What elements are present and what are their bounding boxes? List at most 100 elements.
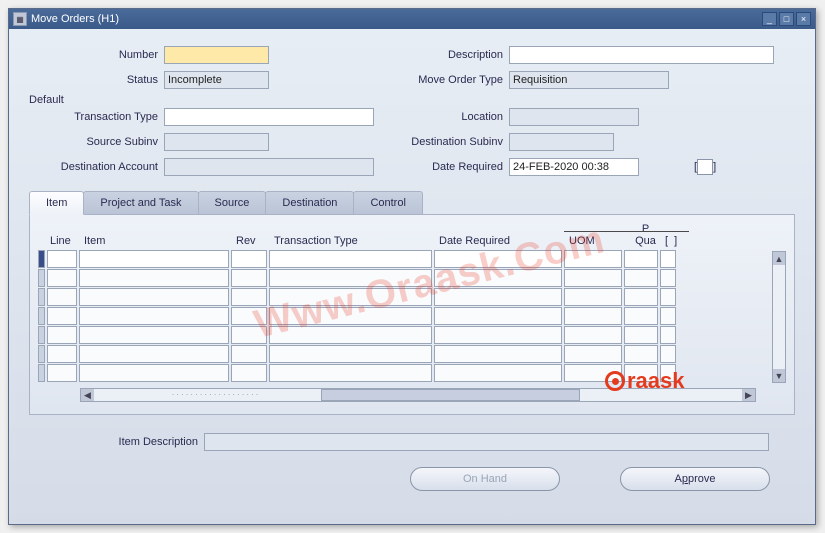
cell-line[interactable] <box>47 288 77 306</box>
scroll-down-icon[interactable]: ▼ <box>773 369 785 382</box>
cell-rev[interactable] <box>231 326 267 344</box>
cell-date-required[interactable] <box>434 288 562 306</box>
cell-rev[interactable] <box>231 345 267 363</box>
transaction-type-input[interactable] <box>164 108 374 126</box>
cell-date-required[interactable] <box>434 250 562 268</box>
row-handle[interactable] <box>38 364 45 382</box>
location-label: Location <box>399 111 509 123</box>
cell-pqua[interactable] <box>624 250 658 268</box>
flex-field-button[interactable] <box>697 159 713 175</box>
cell-line[interactable] <box>47 326 77 344</box>
cell-flex[interactable] <box>660 345 676 363</box>
cell-transaction-type[interactable] <box>269 307 432 325</box>
cell-uom[interactable] <box>564 364 622 382</box>
grid-row[interactable] <box>38 325 786 344</box>
cell-uom[interactable] <box>564 288 622 306</box>
cell-uom[interactable] <box>564 326 622 344</box>
cell-transaction-type[interactable] <box>269 364 432 382</box>
dest-account-input[interactable] <box>164 158 374 176</box>
cell-date-required[interactable] <box>434 307 562 325</box>
date-required-label: Date Required <box>399 161 509 173</box>
scroll-left-icon[interactable]: ◀ <box>81 389 94 401</box>
tab-control[interactable]: Control <box>353 191 422 214</box>
row-handle[interactable] <box>38 288 45 306</box>
cell-flex[interactable] <box>660 364 676 382</box>
row-handle[interactable] <box>38 269 45 287</box>
grid-vertical-scrollbar[interactable]: ▲ ▼ <box>772 251 786 383</box>
grid-row[interactable] <box>38 287 786 306</box>
cell-flex[interactable] <box>660 307 676 325</box>
cell-item[interactable] <box>79 345 229 363</box>
col-rev: Rev <box>233 225 271 249</box>
cell-item[interactable] <box>79 326 229 344</box>
grid-row[interactable] <box>38 363 786 382</box>
tab-item[interactable]: Item <box>29 191 84 215</box>
cell-flex[interactable] <box>660 250 676 268</box>
cell-transaction-type[interactable] <box>269 326 432 344</box>
location-input[interactable] <box>509 108 639 126</box>
cell-uom[interactable] <box>564 345 622 363</box>
scroll-up-icon[interactable]: ▲ <box>773 252 785 265</box>
tab-project-and-task[interactable]: Project and Task <box>83 191 198 214</box>
minimize-button[interactable]: _ <box>762 12 777 26</box>
cell-item[interactable] <box>79 269 229 287</box>
cell-pqua[interactable] <box>624 269 658 287</box>
cell-rev[interactable] <box>231 269 267 287</box>
cell-rev[interactable] <box>231 307 267 325</box>
tab-source[interactable]: Source <box>198 191 267 214</box>
grid-row[interactable] <box>38 344 786 363</box>
cell-uom[interactable] <box>564 307 622 325</box>
cell-line[interactable] <box>47 345 77 363</box>
cell-transaction-type[interactable] <box>269 345 432 363</box>
cell-rev[interactable] <box>231 250 267 268</box>
cell-date-required[interactable] <box>434 326 562 344</box>
cell-pqua[interactable] <box>624 345 658 363</box>
cell-transaction-type[interactable] <box>269 288 432 306</box>
grid-row[interactable] <box>38 268 786 287</box>
cell-flex[interactable] <box>660 269 676 287</box>
cell-date-required[interactable] <box>434 345 562 363</box>
cell-rev[interactable] <box>231 364 267 382</box>
scroll-thumb[interactable] <box>321 389 580 401</box>
window-title: Move Orders (H1) <box>31 13 119 25</box>
cell-flex[interactable] <box>660 288 676 306</box>
cell-item[interactable] <box>79 364 229 382</box>
grid-horizontal-scrollbar[interactable]: ◀ ··················· ▶ <box>80 388 756 402</box>
cell-item[interactable] <box>79 288 229 306</box>
cell-uom[interactable] <box>564 250 622 268</box>
grid-row[interactable] <box>38 249 786 268</box>
date-required-input[interactable] <box>509 158 639 176</box>
cell-flex[interactable] <box>660 326 676 344</box>
cell-item[interactable] <box>79 307 229 325</box>
cell-item[interactable] <box>79 250 229 268</box>
dest-subinv-input[interactable] <box>509 133 614 151</box>
source-subinv-input[interactable] <box>164 133 269 151</box>
maximize-button[interactable]: □ <box>779 12 794 26</box>
cell-date-required[interactable] <box>434 364 562 382</box>
cell-uom[interactable] <box>564 269 622 287</box>
cell-line[interactable] <box>47 364 77 382</box>
description-input[interactable] <box>509 46 774 64</box>
row-handle[interactable] <box>38 307 45 325</box>
cell-pqua[interactable] <box>624 364 658 382</box>
cell-line[interactable] <box>47 269 77 287</box>
cell-transaction-type[interactable] <box>269 250 432 268</box>
tab-destination[interactable]: Destination <box>265 191 354 214</box>
row-handle[interactable] <box>38 250 45 268</box>
cell-transaction-type[interactable] <box>269 269 432 287</box>
row-handle[interactable] <box>38 345 45 363</box>
cell-date-required[interactable] <box>434 269 562 287</box>
scroll-right-icon[interactable]: ▶ <box>742 389 755 401</box>
cell-line[interactable] <box>47 250 77 268</box>
cell-line[interactable] <box>47 307 77 325</box>
cell-pqua[interactable] <box>624 326 658 344</box>
row-handle[interactable] <box>38 326 45 344</box>
scroll-thumb[interactable] <box>773 265 785 369</box>
approve-button[interactable]: Approve <box>620 467 770 491</box>
close-button[interactable]: × <box>796 12 811 26</box>
cell-rev[interactable] <box>231 288 267 306</box>
cell-pqua[interactable] <box>624 307 658 325</box>
grid-row[interactable] <box>38 306 786 325</box>
cell-pqua[interactable] <box>624 288 658 306</box>
number-input[interactable] <box>164 46 269 64</box>
